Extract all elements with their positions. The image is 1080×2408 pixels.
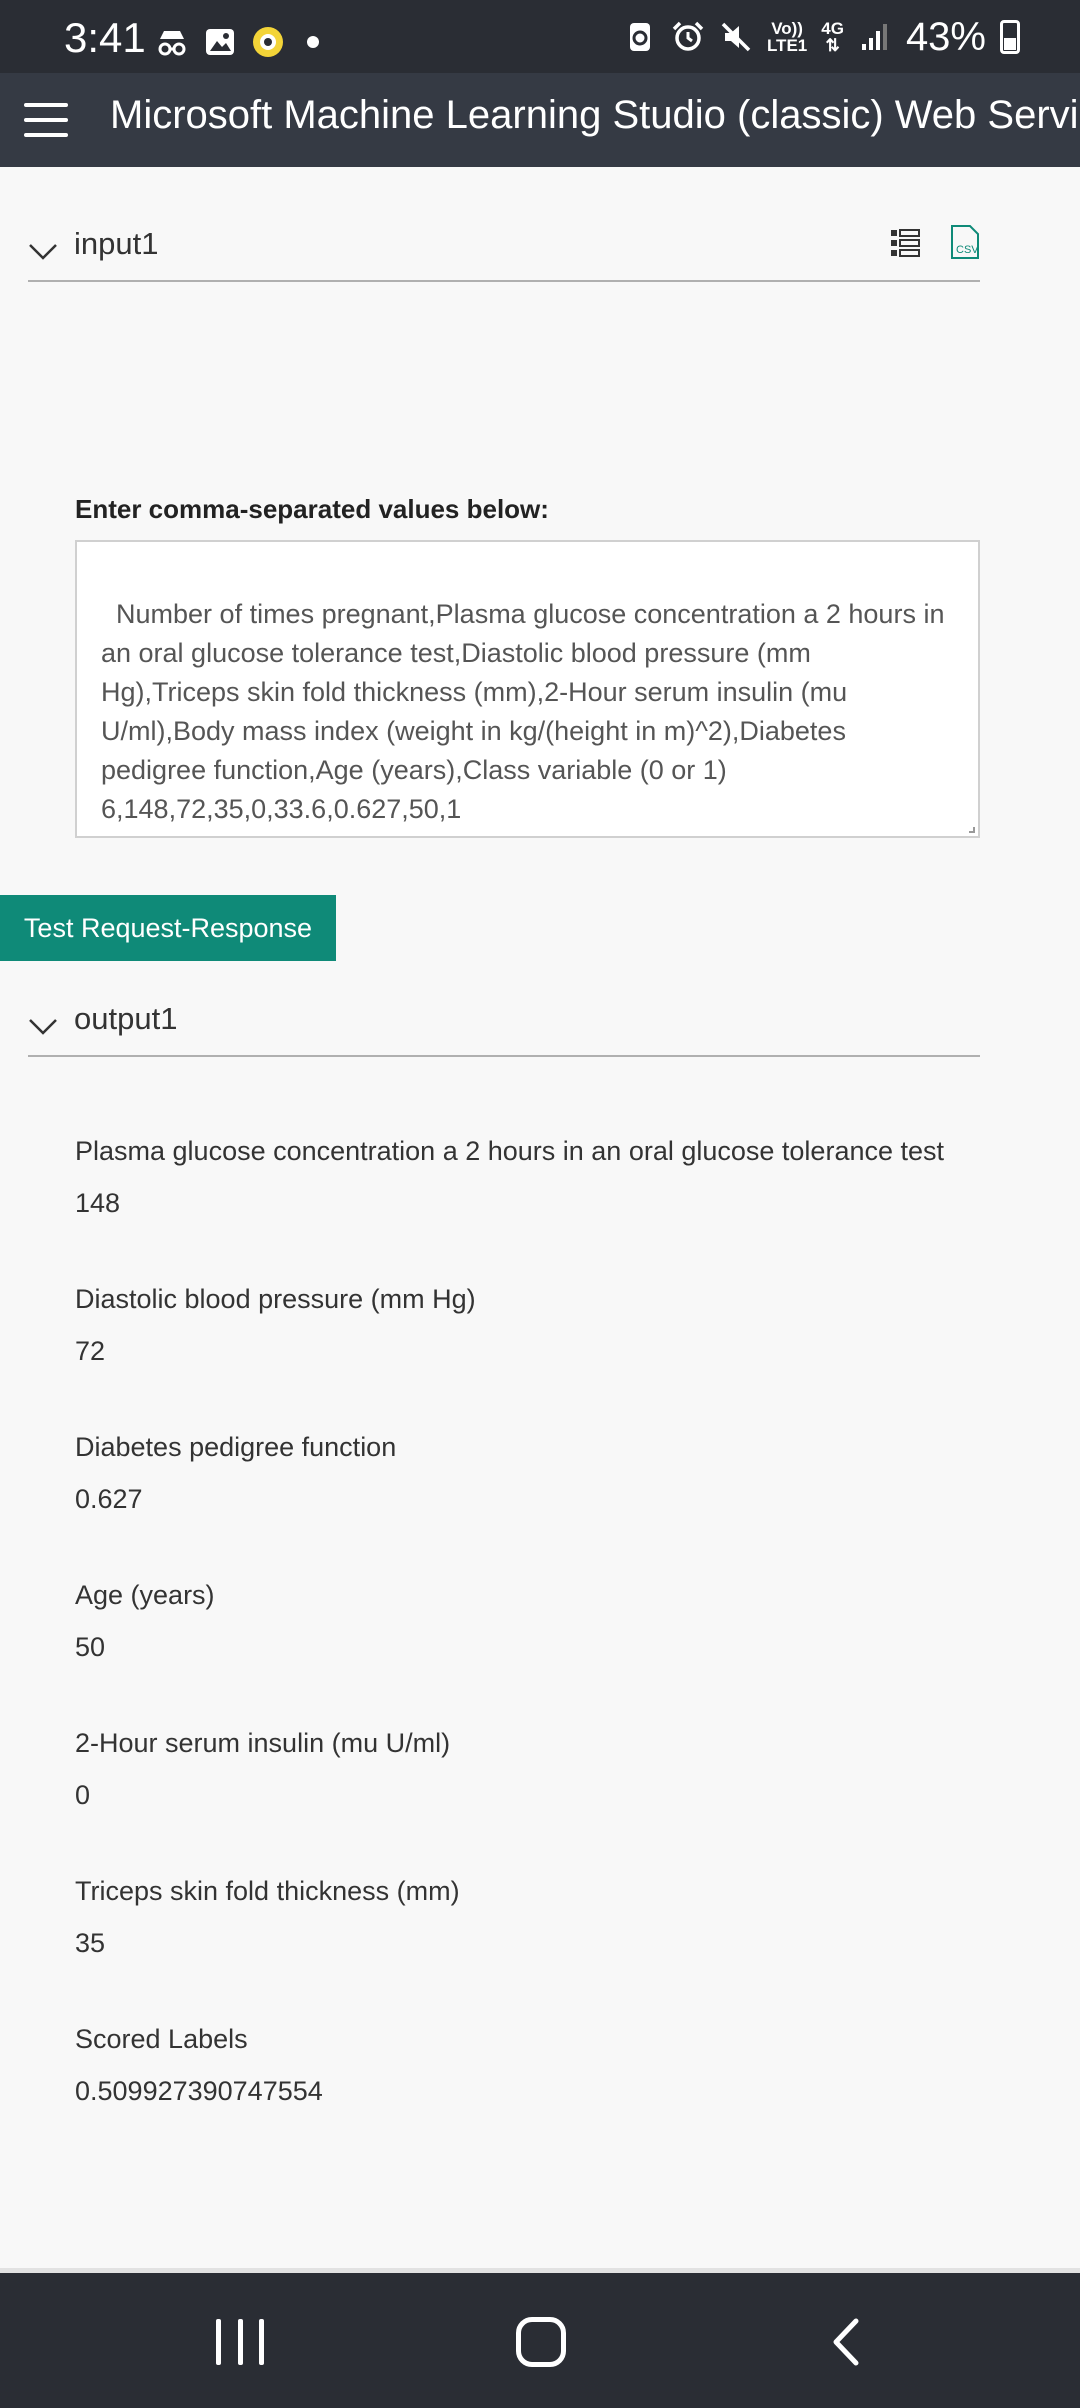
navigation-bar bbox=[0, 2273, 1080, 2408]
output-value: 0.627 bbox=[75, 1484, 143, 1514]
csv-input-label: Enter comma-separated values below: bbox=[75, 494, 549, 524]
test-request-response-button[interactable]: Test Request-Response bbox=[0, 895, 336, 961]
chevron-down-icon[interactable] bbox=[28, 1011, 58, 1041]
output-item: Scored Labels 0.509927390747554 bbox=[75, 2018, 1025, 2166]
app-title: Microsoft Machine Learning Studio (class… bbox=[110, 93, 1080, 137]
output-list: Plasma glucose concentration a 2 hours i… bbox=[75, 1130, 1025, 2166]
resize-handle[interactable] bbox=[969, 827, 975, 833]
recents-icon[interactable] bbox=[216, 2319, 264, 2365]
more-notifications-dot bbox=[307, 36, 319, 48]
output-label: 2-Hour serum insulin (mu U/ml) bbox=[75, 1728, 451, 1758]
output-value: 35 bbox=[75, 1928, 106, 1958]
csv-input-value: Number of times pregnant,Plasma glucose … bbox=[101, 599, 945, 824]
output-label: Scored Labels bbox=[75, 2024, 248, 2054]
output-value: 72 bbox=[75, 1336, 106, 1366]
chevron-down-icon[interactable] bbox=[28, 236, 58, 266]
output-value: 0.509927390747554 bbox=[75, 2076, 323, 2106]
app-header: Microsoft Machine Learning Studio (class… bbox=[0, 73, 1080, 167]
csv-icon[interactable]: CSV bbox=[948, 224, 982, 260]
output-item: Age (years) 50 bbox=[75, 1574, 1025, 1722]
svg-text:CSV: CSV bbox=[956, 244, 979, 256]
output-value: 148 bbox=[75, 1188, 121, 1218]
battery-percent: 43% bbox=[905, 14, 986, 59]
output-value: 50 bbox=[75, 1632, 106, 1662]
output-label: Triceps skin fold thickness (mm) bbox=[75, 1876, 460, 1906]
output-item: Diabetes pedigree function 0.627 bbox=[75, 1426, 1025, 1574]
csv-input-textarea[interactable]: Number of times pregnant,Plasma glucose … bbox=[75, 540, 980, 838]
back-icon[interactable] bbox=[826, 2317, 866, 2367]
gallery-icon bbox=[206, 29, 234, 55]
output-section-title: output1 bbox=[74, 1001, 178, 1036]
output-item: 2-Hour serum insulin (mu U/ml) 0 bbox=[75, 1722, 1025, 1870]
output-label: Plasma glucose concentration a 2 hours i… bbox=[75, 1136, 945, 1166]
volte-indicator: Vo)) LTE1 bbox=[766, 19, 808, 55]
status-bar: 3:41 Vo)) LTE1 4G ⇅ 43% bbox=[0, 0, 1080, 73]
input-section-header[interactable]: input1 CSV bbox=[28, 222, 980, 282]
output-item: Triceps skin fold thickness (mm) 35 bbox=[75, 1870, 1025, 2018]
mute-icon bbox=[721, 22, 751, 52]
signal-icon bbox=[861, 24, 887, 50]
output-label: Age (years) bbox=[75, 1580, 215, 1610]
notification-icons bbox=[155, 22, 319, 62]
system-icons: Vo)) LTE1 4G ⇅ 43% bbox=[623, 14, 1020, 60]
output-item: Diastolic blood pressure (mm Hg) 72 bbox=[75, 1278, 1025, 1426]
network-gen-indicator: 4G ⇅ bbox=[821, 19, 844, 55]
alarm-icon bbox=[672, 21, 704, 51]
output-label: Diastolic blood pressure (mm Hg) bbox=[75, 1284, 476, 1314]
menu-icon[interactable] bbox=[24, 103, 68, 137]
status-time: 3:41 bbox=[64, 14, 146, 61]
recycle-icon bbox=[629, 23, 650, 51]
home-icon[interactable] bbox=[516, 2317, 566, 2367]
output-value: 0 bbox=[75, 1780, 91, 1810]
output-section-header[interactable]: output1 bbox=[28, 997, 980, 1057]
grid-view-icon[interactable] bbox=[890, 228, 920, 258]
output-item: Plasma glucose concentration a 2 hours i… bbox=[75, 1130, 1025, 1278]
incognito-icon bbox=[158, 31, 186, 56]
battery-icon bbox=[1000, 20, 1020, 54]
app-notification-icon bbox=[253, 27, 283, 57]
output-label: Diabetes pedigree function bbox=[75, 1432, 397, 1462]
input-section-title: input1 bbox=[74, 226, 159, 261]
